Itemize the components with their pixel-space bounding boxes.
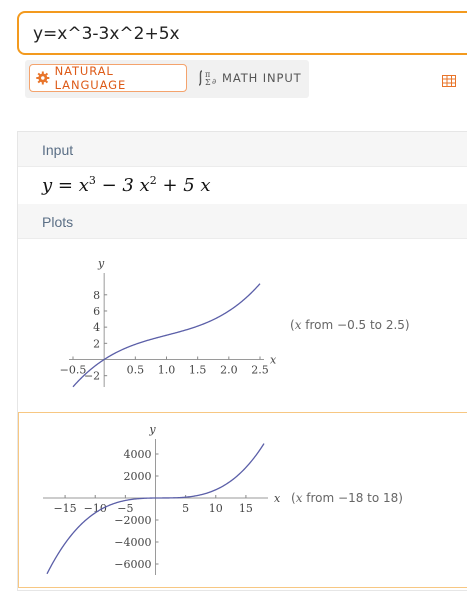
gear-icon xyxy=(36,71,50,85)
formula-term2: − 3 x xyxy=(95,175,150,196)
math-input-label: MATH INPUT xyxy=(222,71,302,85)
formula-term1: x xyxy=(78,175,89,196)
x-axis-label: x xyxy=(274,492,281,505)
x-tick-label: −0.5 xyxy=(60,364,87,377)
x-axis-label: x xyxy=(270,354,277,367)
input-pod-header: Input xyxy=(18,132,467,167)
y-tick-label: −2 xyxy=(84,370,100,383)
y-tick-label: 2000 xyxy=(124,470,152,483)
search-input[interactable]: y=x^3-3x^2+5x xyxy=(17,11,467,55)
y-axis-label: y xyxy=(97,257,105,270)
range-2-post: from −18 to 18) xyxy=(302,491,403,505)
natural-language-label: NATURAL LANGUAGE xyxy=(54,64,127,92)
search-query[interactable]: y=x^3-3x^2+5x xyxy=(33,24,180,44)
x-tick-label: 15 xyxy=(239,502,253,515)
math-input-button[interactable]: π Σ ∂ MATH INPUT xyxy=(197,64,302,92)
plots-pod-header: Plots xyxy=(18,204,467,239)
y-tick-label: 6 xyxy=(93,305,100,318)
input-pod-title: Input xyxy=(42,142,74,158)
x-tick-label: 2.0 xyxy=(220,364,238,377)
formula-exp1: 3 xyxy=(88,174,96,187)
results-panel: Input y = x3 − 3 x2 + 5 x Plots −0.5 0.5 1… xyxy=(17,131,467,591)
input-mode-switcher: NATURAL LANGUAGE π Σ ∂ MATH INPUT xyxy=(25,60,309,98)
y-tick-label: 8 xyxy=(93,289,100,302)
y-axis-label: y xyxy=(148,423,156,436)
y-tick-label: −2000 xyxy=(114,514,151,527)
input-interpretation: y = x3 − 3 x2 + 5 x xyxy=(18,167,467,204)
x-tick-label: 2.5 xyxy=(251,364,269,377)
x-tick-label: 1.0 xyxy=(158,364,176,377)
x-tick-label: 1.5 xyxy=(189,364,207,377)
formula-equals: = xyxy=(52,175,79,196)
natural-language-button[interactable]: NATURAL LANGUAGE xyxy=(29,64,187,92)
plot-1-container[interactable]: −0.5 0.5 1.0 1.5 2.0 2.5 −2 2 4 6 8 x y (x from −0.5… xyxy=(18,239,467,411)
y-tick-label: 2 xyxy=(93,337,100,350)
plot-2-range: (x from −18 to 18) xyxy=(291,491,403,505)
plot-2-container[interactable]: −15 −10 −5 5 10 15 −6000 −4000 −2000 2000 4000 x y (… xyxy=(18,412,467,588)
formula-lhs: y xyxy=(42,175,53,196)
x-tick-label: −15 xyxy=(53,502,76,515)
x-tick-label: 5 xyxy=(182,502,189,515)
range-1-post: from −0.5 to 2.5) xyxy=(301,318,410,332)
x-tick-label: 10 xyxy=(209,502,223,515)
plot-1-chart: −0.5 0.5 1.0 1.5 2.0 2.5 −2 2 4 6 8 x y xyxy=(60,257,277,388)
svg-text:∂: ∂ xyxy=(212,77,216,86)
y-tick-label: 4000 xyxy=(124,448,152,461)
y-tick-label: −6000 xyxy=(114,558,151,571)
y-tick-label: 4 xyxy=(93,321,100,334)
x-tick-label: 0.5 xyxy=(127,364,145,377)
plot-1-range: (x from −0.5 to 2.5) xyxy=(290,318,410,332)
table-icon[interactable] xyxy=(442,75,456,87)
formula-term3: + 5 x xyxy=(156,175,211,196)
plots-pod-title: Plots xyxy=(42,214,74,230)
input-formula: y = x3 − 3 x2 + 5 x xyxy=(42,174,211,196)
svg-text:Σ: Σ xyxy=(205,78,211,87)
y-tick-label: −4000 xyxy=(114,536,151,549)
math-symbols-icon: π Σ ∂ xyxy=(198,70,216,87)
plot-2-chart: −15 −10 −5 5 10 15−6000−4000−200020004000xy xyxy=(43,423,281,575)
formula-exp2: 2 xyxy=(149,174,157,187)
